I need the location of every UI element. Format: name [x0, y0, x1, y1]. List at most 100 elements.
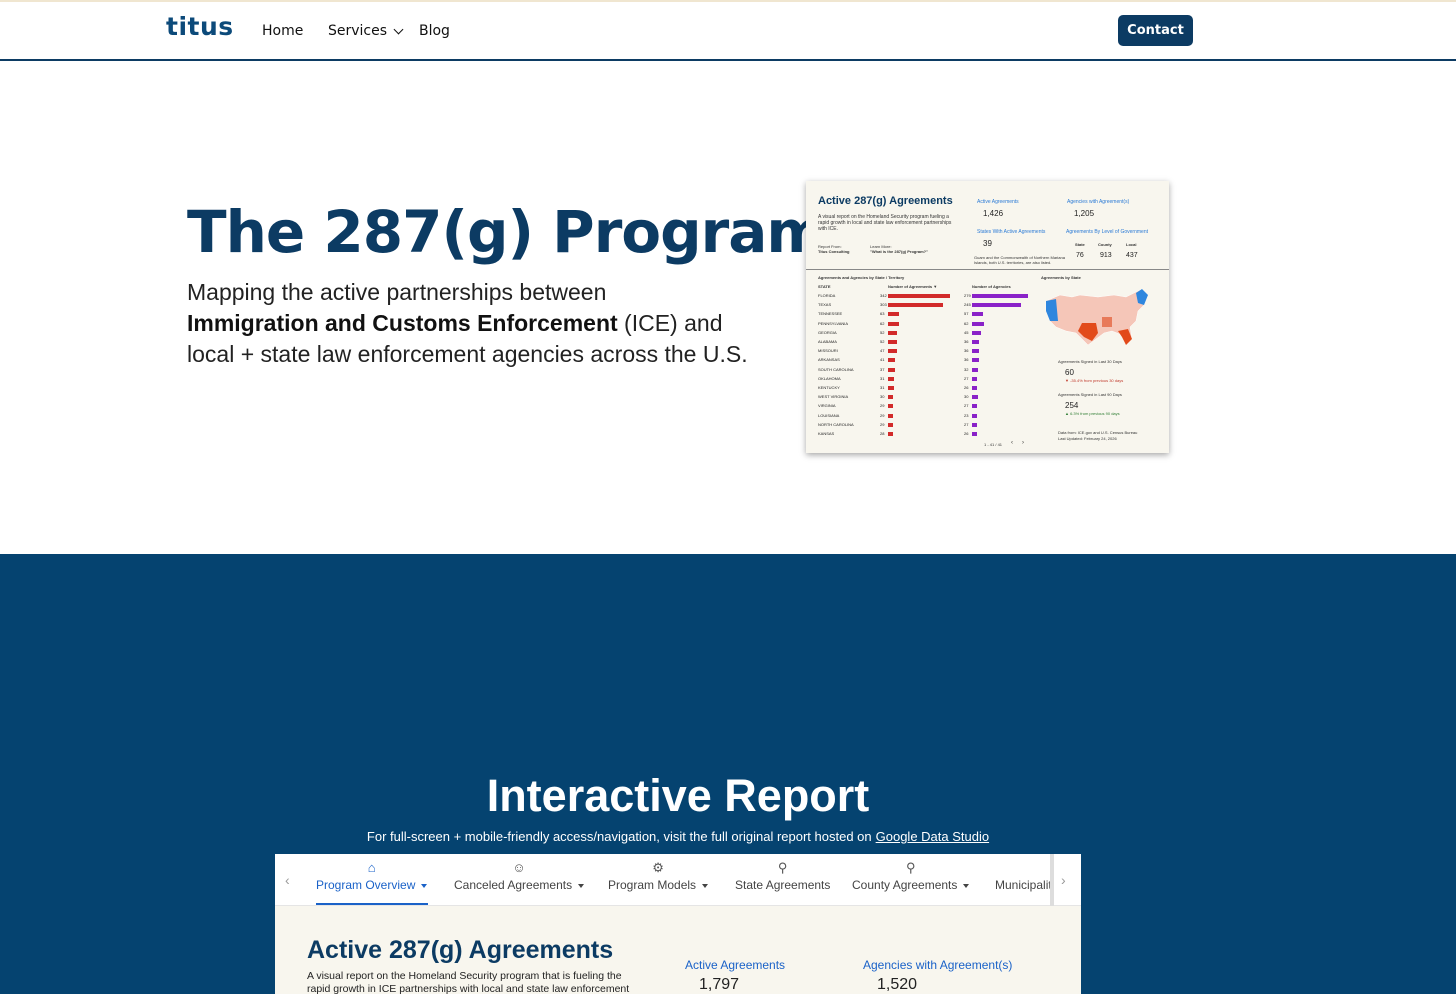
agreements-bar: [888, 349, 897, 354]
table-cell-agreements: 29: [880, 403, 885, 409]
tab-label: Canceled Agreements: [454, 878, 573, 892]
table-cell-state: FLORIDA: [818, 293, 836, 298]
table-cell-agreements: 52: [880, 329, 885, 335]
thumb-gov-state: 76: [1076, 252, 1084, 259]
table-cell-state: KANSAS: [818, 431, 835, 436]
nav-home[interactable]: Home: [262, 23, 303, 39]
tab-scroll-left-icon[interactable]: ‹: [285, 872, 290, 888]
tab-program-models[interactable]: ⚙ Program Models: [608, 858, 709, 904]
thumb-last-updated: Last Updated: February 24, 2026: [1058, 436, 1117, 441]
report-active-label: Active Agreements: [685, 958, 786, 972]
table-row: SOUTH CAROLINA 37 32: [818, 367, 1028, 373]
hero-sub-bold: Immigration and Customs Enforcement: [187, 310, 618, 336]
nav-services[interactable]: Services: [328, 23, 404, 39]
section-title: Interactive Report: [486, 770, 870, 821]
tab-scroll-right-icon[interactable]: ›: [1061, 872, 1066, 888]
thumb-gov-label: Agreements By Level of Government: [1066, 229, 1148, 235]
agreements-bar: [888, 340, 898, 344]
tab-program-overview[interactable]: ⌂ Program Overview: [316, 858, 428, 904]
agencies-bar: [972, 413, 977, 418]
tab-overflow-divider: [1050, 854, 1054, 906]
table-cell-agreements: 47: [880, 348, 885, 354]
tab-label: Program Overview: [316, 878, 416, 892]
thumb-report-org: Titus Consulting: [818, 249, 850, 254]
table-cell-agreements: 28: [880, 431, 885, 436]
table-cell-state: SOUTH CAROLINA: [818, 366, 854, 372]
hero-subtitle: Mapping the active partnerships between I…: [187, 277, 767, 370]
report-tab-bar: ‹ ⌂ Program Overview ☺ Canceled Agreements ⚙…: [275, 854, 1081, 906]
table-row: KENTUCKY 31 26: [818, 385, 1028, 391]
thumb-divider: [806, 269, 1169, 270]
table-cell-agreements: 31: [880, 375, 885, 381]
agencies-bar: [972, 404, 978, 409]
agreements-bar: [888, 395, 894, 400]
table-row: KANSAS 28 26: [818, 431, 1028, 437]
us-map-icon: [1045, 288, 1149, 346]
table-cell-agencies: 26: [964, 385, 969, 390]
tab-state-agreements[interactable]: ⚲ State Agreements: [735, 858, 830, 904]
table-cell-agreements: 303: [880, 302, 887, 308]
agencies-bar: [972, 358, 980, 363]
tab-label: Program Models: [608, 878, 697, 892]
agencies-bar: [972, 386, 978, 390]
table-row: TEXAS 303 245: [818, 302, 1028, 308]
thumb-desc: A visual report on the Homeland Security…: [818, 214, 952, 232]
table-row: PENNSYLVANIA 62 62: [818, 321, 1028, 327]
contact-button[interactable]: Contact: [1118, 15, 1193, 46]
pin-icon: ⚲: [905, 860, 916, 875]
table-cell-agencies: 27: [964, 421, 969, 427]
table-cell-state: ALABAMA: [818, 339, 837, 344]
thumb-gov-county-label: County: [1098, 242, 1112, 247]
thumb-prev-icon[interactable]: ‹: [1011, 440, 1013, 446]
search-icon: ⚲: [777, 860, 788, 875]
thumb-gov-county: 913: [1100, 252, 1112, 259]
agencies-bar: [972, 432, 978, 436]
table-row: OKLAHOMA 31 27: [818, 376, 1028, 382]
thumb-states-label: States With Active Agreements: [977, 229, 1046, 235]
tab-county-agreements[interactable]: ⚲ County Agreements: [852, 858, 970, 904]
table-row: MISSOURI 47 36: [818, 348, 1028, 354]
caret-down-icon: [702, 883, 709, 888]
table-cell-agencies: 36: [964, 348, 969, 354]
tab-municipalit[interactable]: Municipalit: [995, 858, 1052, 904]
thumb-states-value: 39: [983, 239, 992, 248]
agencies-bar: [972, 321, 985, 326]
table-cell-agreements: 41: [880, 357, 885, 363]
tab-icon-placeholder: [995, 858, 1052, 878]
table-cell-agreements: 37: [880, 366, 885, 372]
active-tab-indicator: [316, 903, 428, 905]
table-cell-agencies: 32: [964, 366, 969, 372]
table-cell-agencies: 62: [964, 320, 969, 326]
nav-blog[interactable]: Blog: [419, 23, 450, 39]
thumb-last30-label: Agreements Signed in Last 30 Days: [1058, 359, 1122, 364]
thumb-next-icon[interactable]: ›: [1022, 440, 1024, 446]
tab-canceled-agreements[interactable]: ☺ Canceled Agreements: [454, 858, 585, 904]
embedded-report[interactable]: ‹ ⌂ Program Overview ☺ Canceled Agreements ⚙…: [275, 854, 1081, 994]
google-data-studio-link[interactable]: Google Data Studio: [876, 829, 989, 844]
table-cell-agencies: 245: [964, 302, 971, 308]
agreements-bar: [888, 312, 900, 317]
table-cell-agreements: 29: [880, 421, 885, 427]
agreements-bar: [888, 404, 894, 409]
table-cell-agreements: 30: [880, 394, 885, 400]
agencies-bar: [972, 367, 979, 372]
logo[interactable]: titus: [166, 12, 234, 41]
table-cell-agreements: 29: [880, 412, 885, 418]
thumb-last90-value: 254: [1065, 401, 1079, 410]
thumb-last30-value: 60: [1065, 368, 1074, 377]
table-cell-state: WEST VIRGINIA: [818, 394, 849, 400]
table-cell-agencies: 26: [964, 431, 969, 436]
chevron-down-icon: [393, 24, 404, 34]
thumb-pager: 1 - 41 / 41: [984, 442, 1003, 447]
table-cell-agreements: 63: [880, 311, 885, 317]
tab-label: County Agreements: [852, 878, 958, 892]
tab-label: Municipalit: [995, 878, 1052, 892]
table-row: FLORIDA 342 279: [818, 293, 1028, 299]
report-thumbnail[interactable]: Active 287(g) Agreements A visual report…: [806, 181, 1169, 453]
agreements-bar: [888, 367, 895, 372]
table-row: ARKANSAS 41 36: [818, 357, 1028, 363]
table-row: NORTH CAROLINA 29 27: [818, 422, 1028, 428]
caret-down-icon: [421, 883, 428, 888]
table-cell-agencies: 23: [964, 412, 969, 418]
site-header: titus Home Services Blog Contact: [0, 2, 1456, 61]
